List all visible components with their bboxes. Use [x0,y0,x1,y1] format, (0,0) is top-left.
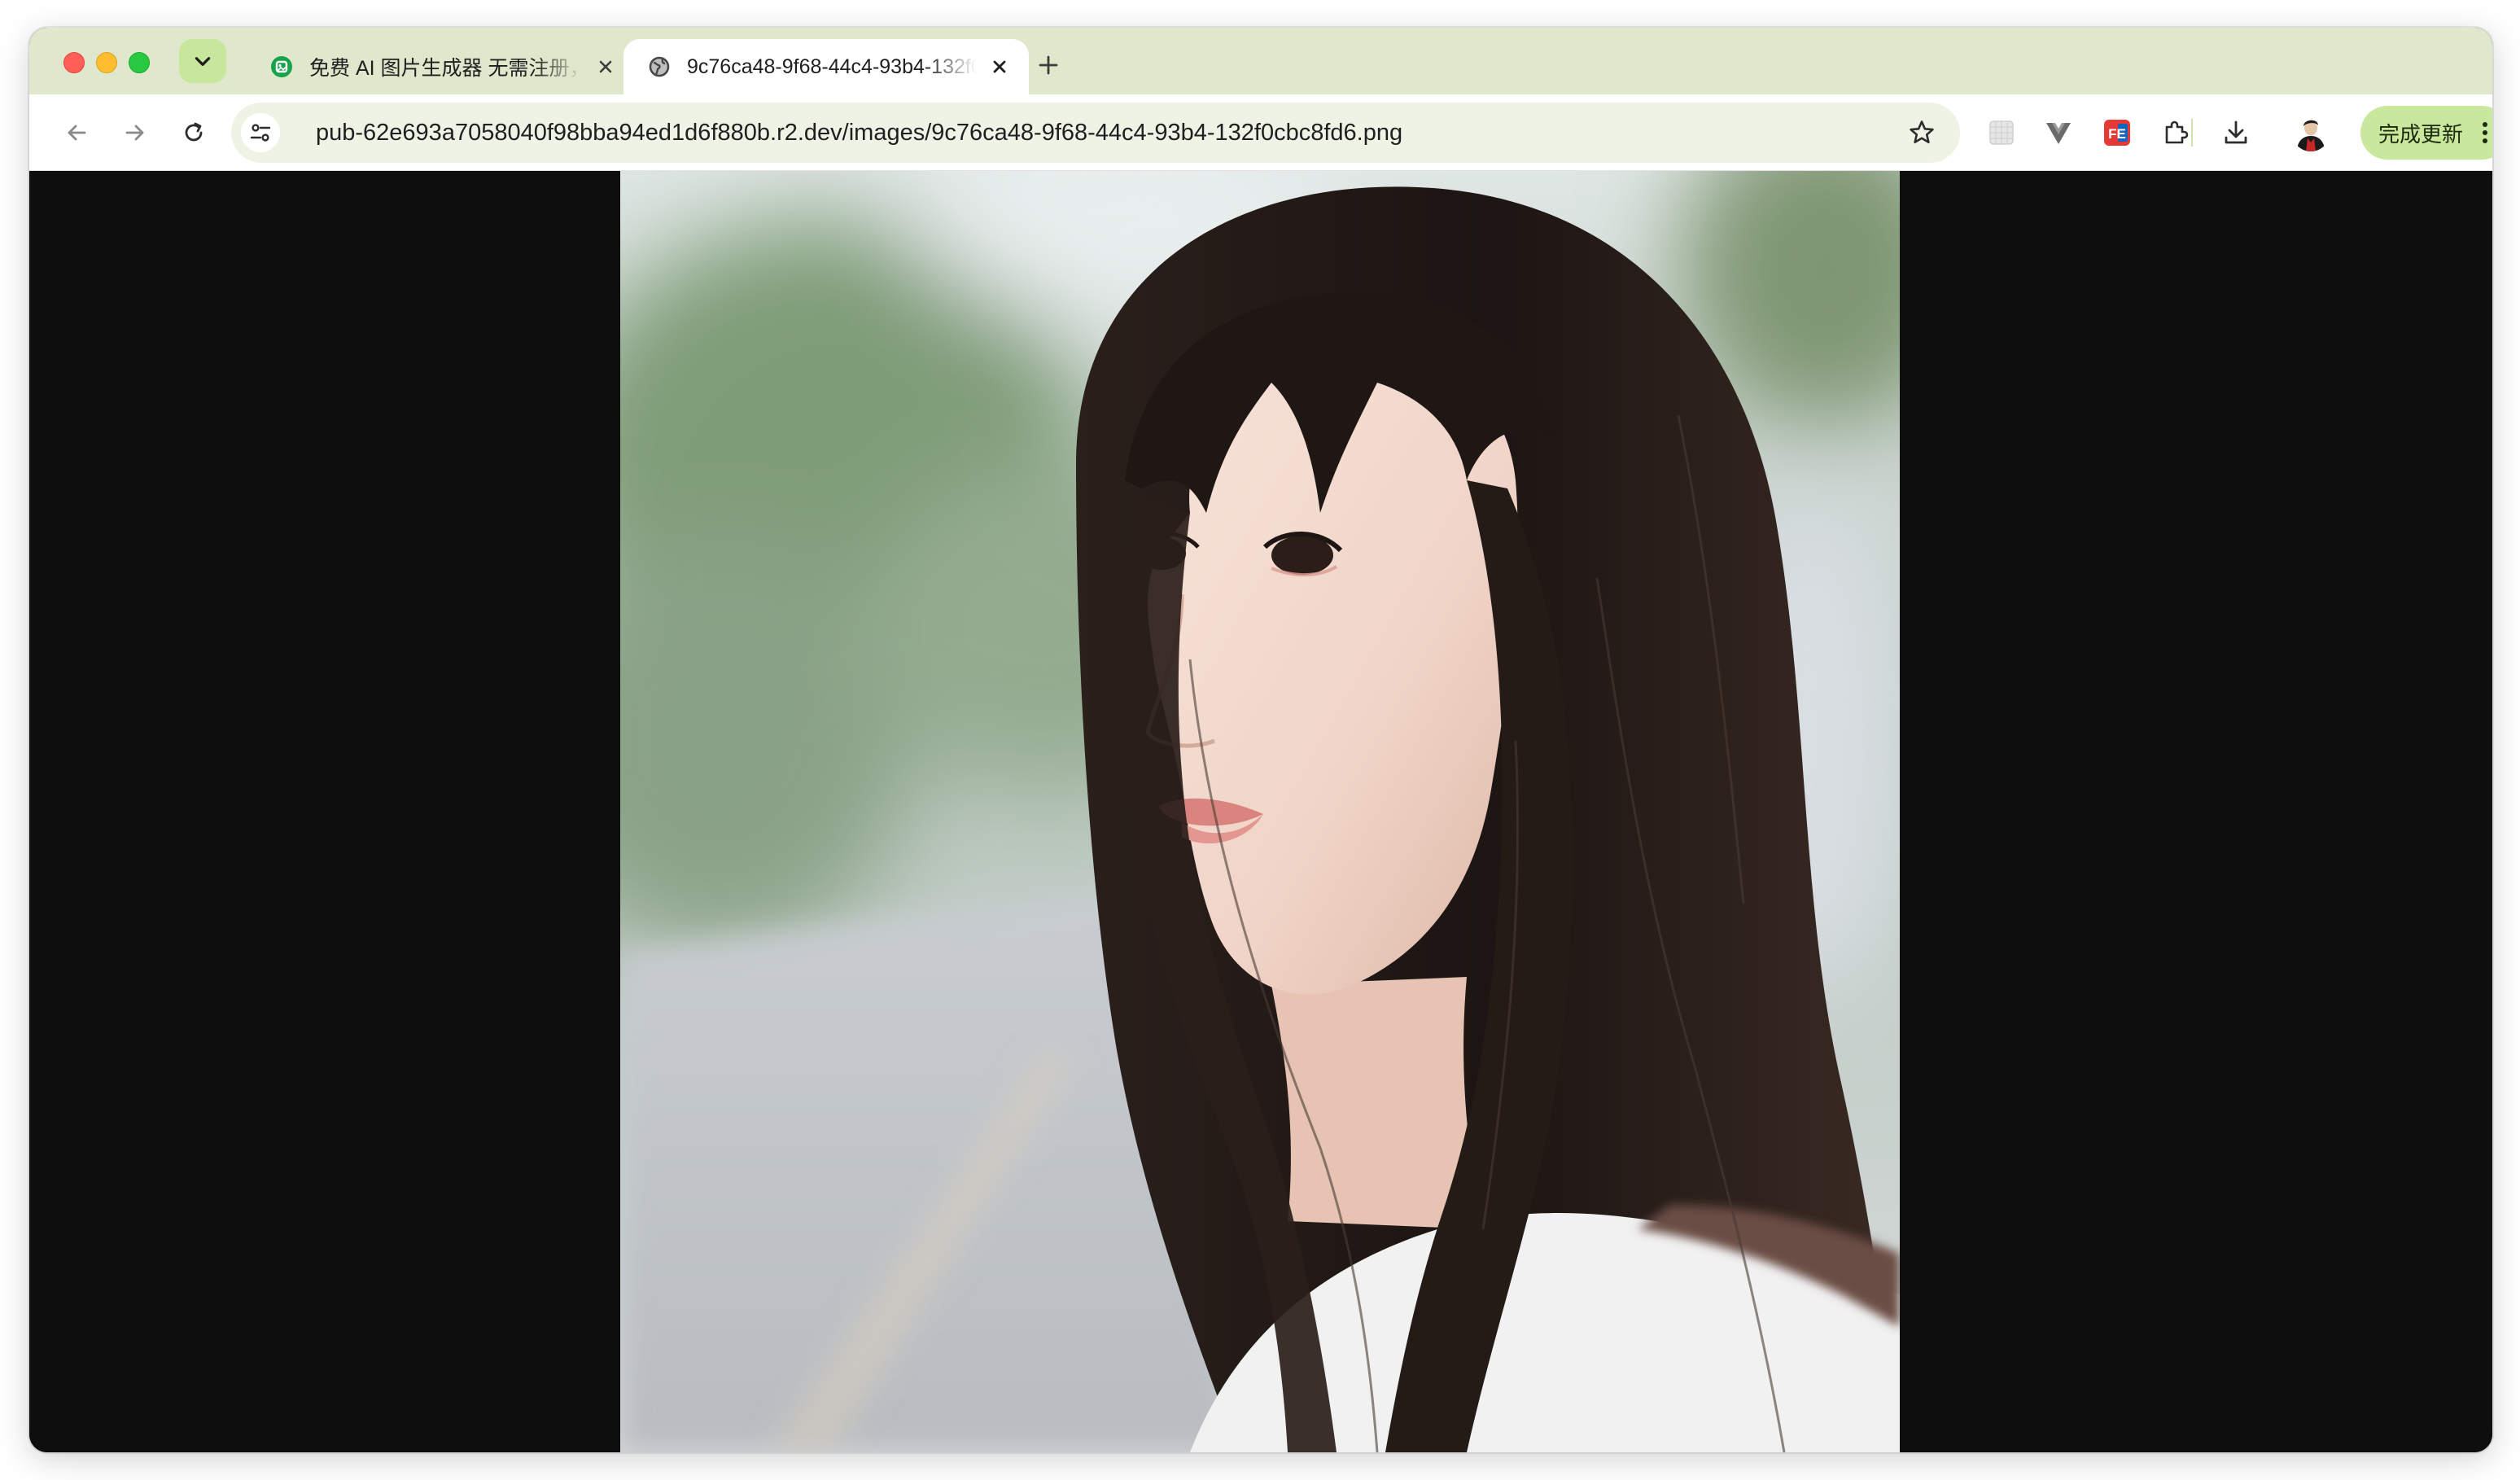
vue-devtools-button[interactable] [2040,114,2077,151]
reload-icon [185,122,203,142]
image-viewer [29,171,2492,1452]
tab-title: 9c76ca48-9f68-44c4-93b4-132f0cbc8fd6.png [687,55,977,78]
tab-strip: 免费 AI 图片生成器 无需注册，完全免费 9c76ca48-9f68-44c4… [29,28,2492,94]
ai-generator-favicon-icon [270,55,293,78]
site-info-button[interactable] [241,113,280,152]
tune-icon [250,124,271,142]
tab-close-icon[interactable] [985,52,1014,81]
forward-button[interactable] [116,113,155,152]
fe-badge-text: FE [2108,126,2126,142]
close-window-button[interactable] [63,52,85,73]
update-button-label: 完成更新 [2378,121,2464,147]
fe-helper-icon: FE [2104,120,2130,146]
toolbar-separator [2191,119,2193,147]
downloads-button[interactable] [2217,114,2255,151]
bookmark-button[interactable] [1905,116,1939,150]
tab-ai-image-generator[interactable]: 免费 AI 图片生成器 无需注册，完全免费 [246,39,635,94]
arrow-right-icon [125,125,144,141]
extensions-button[interactable] [2157,114,2194,151]
grid-extension-icon [1989,120,2014,145]
fullscreen-window-button[interactable] [129,52,150,73]
more-vertical-icon[interactable] [2473,116,2492,149]
globe-icon [648,55,671,78]
plus-icon [1039,55,1058,75]
profile-avatar[interactable] [2292,114,2330,151]
tab-search-button[interactable] [179,39,226,83]
download-icon [2225,120,2247,144]
fe-helper-button[interactable]: FE [2098,114,2136,151]
vue-logo-icon [2046,123,2071,144]
browser-window: 免费 AI 图片生成器 无需注册，完全免费 9c76ca48-9f68-44c4… [29,28,2492,1452]
puzzle-icon [2165,120,2189,144]
back-button[interactable] [57,113,96,152]
profile-avatar-icon [2292,114,2330,151]
tab-image-png[interactable]: 9c76ca48-9f68-44c4-93b4-132f0cbc8fd6.png [623,39,1029,94]
arrow-left-icon [68,125,86,141]
new-tab-button[interactable] [1032,49,1065,81]
address-bar[interactable]: pub-62e693a7058040f98bba94ed1d6f880b.r2.… [231,103,1960,163]
portrait-image [620,171,1900,1452]
browser-toolbar: pub-62e693a7058040f98bba94ed1d6f880b.r2.… [29,94,2492,171]
portrait-photo[interactable] [620,171,1900,1452]
star-icon [1910,120,1934,143]
extension-grid-button[interactable] [1983,114,2020,151]
minimize-window-button[interactable] [96,52,117,73]
chevron-down-icon [195,57,211,66]
url-text[interactable]: pub-62e693a7058040f98bba94ed1d6f880b.r2.… [316,103,1402,163]
update-button[interactable]: 完成更新 [2360,106,2492,160]
tab-title: 免费 AI 图片生成器 无需注册，完全免费 [309,57,583,80]
tab-close-icon[interactable] [591,52,620,81]
reload-button[interactable] [174,113,213,152]
